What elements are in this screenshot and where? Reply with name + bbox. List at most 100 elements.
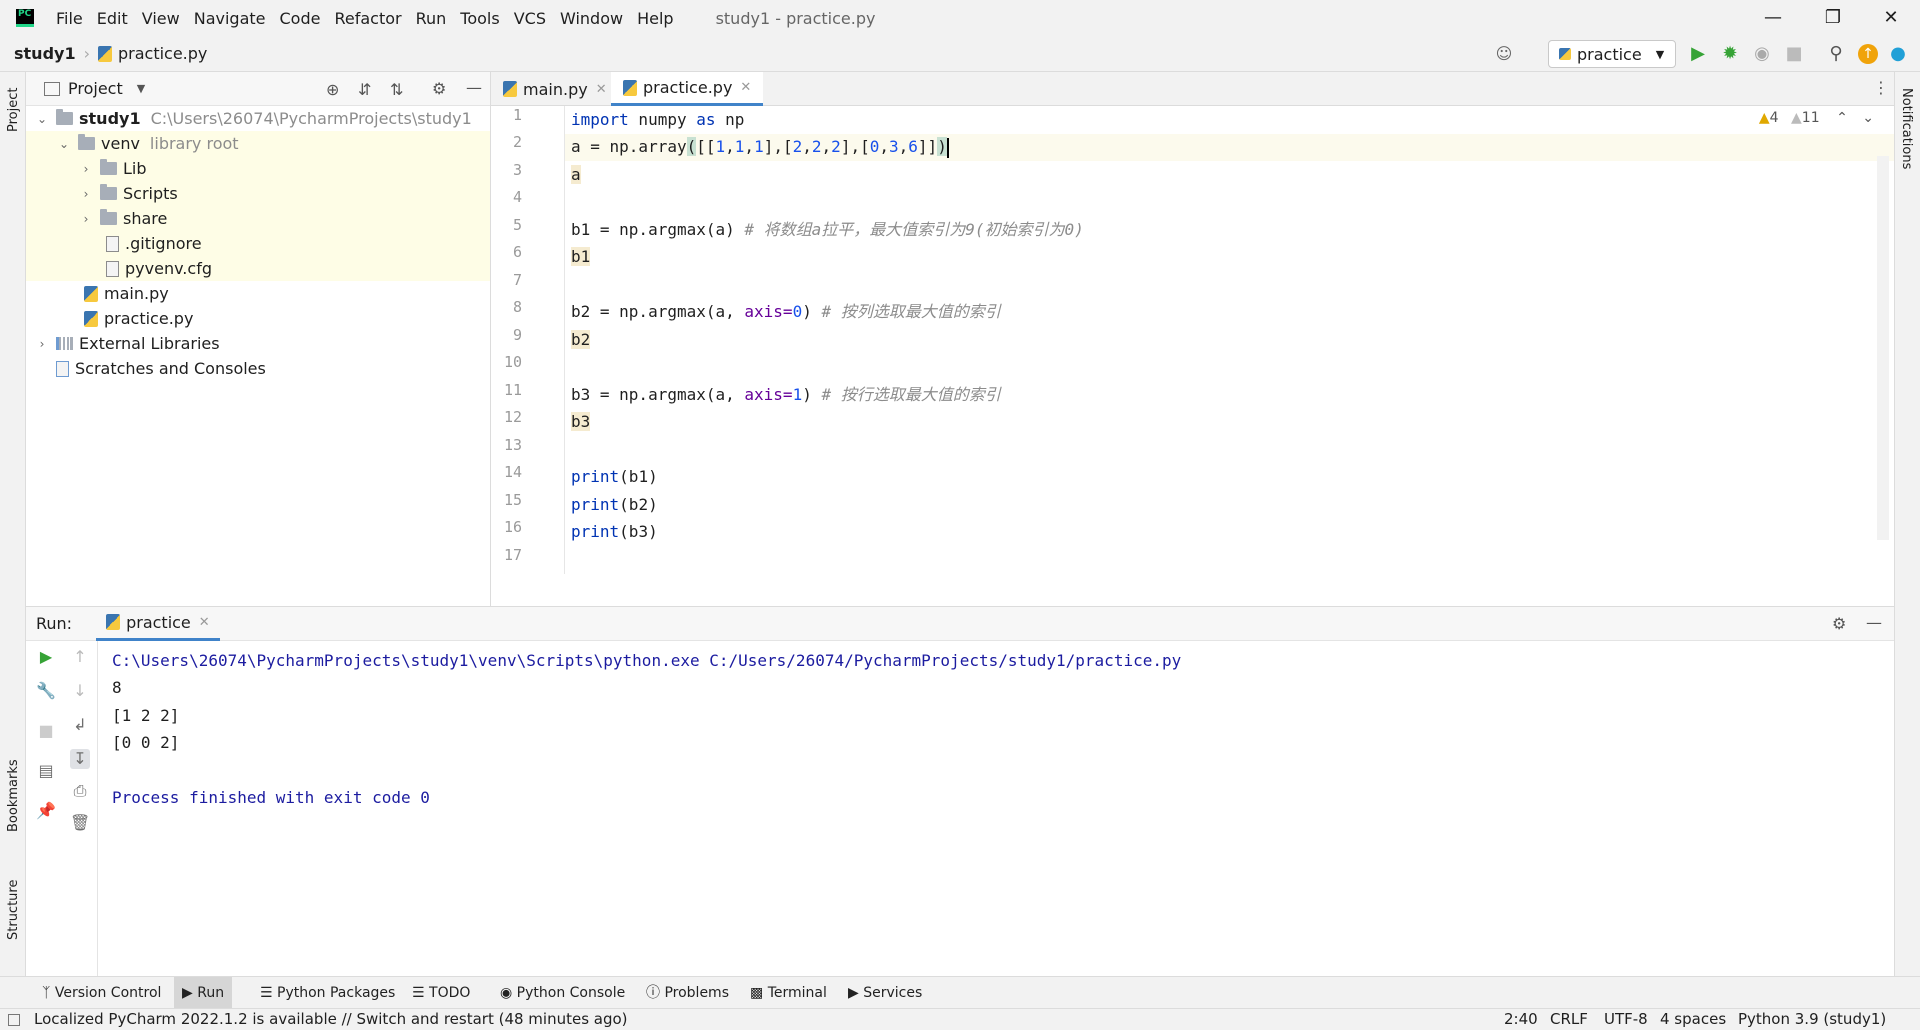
bookmarks-tool-button[interactable]: Bookmarks [6,759,21,832]
run-tab-practice[interactable]: practice ✕ [96,607,220,641]
tree-item-practice-py[interactable]: practice.py [26,306,490,331]
run-configuration-select[interactable]: practice ▼ [1548,40,1676,68]
arrow-down-icon[interactable]: ↓ [70,681,90,701]
run-icon[interactable]: ▶ [1688,44,1708,64]
warning-icon: ▲ [1758,110,1770,126]
menu-refactor[interactable]: Refactor [334,9,401,28]
layout-icon[interactable]: ▤ [36,761,56,781]
project-panel-title[interactable]: Project [68,79,123,98]
tree-item-pyvenv-cfg[interactable]: pyvenv.cfg [26,256,490,281]
caret-position[interactable]: 2:40 [1504,1010,1538,1028]
close-window-button[interactable]: ✕ [1862,0,1920,36]
jetbrains-icon[interactable]: ● [1888,44,1908,64]
update-icon[interactable]: ↑ [1858,44,1878,64]
tree-item-external-libraries[interactable]: › External Libraries [26,331,490,356]
breadcrumb-project[interactable]: study1 [14,44,76,63]
status-message[interactable]: Localized PyCharm 2022.1.2 is available … [34,1010,628,1028]
hide-panel-icon[interactable]: — [1866,613,1882,632]
debug-icon[interactable]: ✹ [1720,44,1740,64]
number: 1 [754,137,764,156]
wrench-icon[interactable]: 🔧 [36,681,56,701]
tree-item-venv[interactable]: ⌄ venv library root [26,131,490,156]
user-account-icon[interactable]: ☺ [1494,44,1514,64]
code-text: ],[ [840,137,870,156]
file-encoding[interactable]: UTF-8 [1604,1010,1648,1028]
stop-icon[interactable]: ■ [1784,44,1804,64]
tab-python-console[interactable]: ◉ Python Console [492,977,633,1009]
expand-all-icon[interactable]: ⇵ [358,80,371,99]
soft-wrap-icon[interactable]: ↲ [70,715,90,735]
inspection-widget[interactable]: ▲4 ▲11 ⌃ ⌄ [1759,110,1874,126]
collapse-all-icon[interactable]: ⇅ [390,80,403,99]
close-tab-icon[interactable]: ✕ [740,80,751,95]
menu-navigate[interactable]: Navigate [194,9,266,28]
python-interpreter[interactable]: Python 3.9 (study1) [1738,1010,1886,1028]
search-icon[interactable]: ⚲ [1826,44,1846,64]
tab-version-control[interactable]: ᛉ Version Control [34,977,169,1009]
project-tool-button[interactable]: Project [6,88,21,132]
tree-item-lib[interactable]: › Lib [26,156,490,181]
trash-icon[interactable]: 🗑 [70,813,90,833]
tab-main-py[interactable]: main.py ✕ [491,72,619,106]
menu-tools[interactable]: Tools [460,9,499,28]
editor-scrollbar[interactable] [1877,156,1889,540]
indent-setting[interactable]: 4 spaces [1660,1010,1726,1028]
more-options-icon[interactable]: ⋮ [1873,78,1889,97]
settings-gear-icon[interactable]: ⚙ [432,79,446,98]
stop-icon[interactable]: ■ [36,721,56,741]
line-separator[interactable]: CRLF [1550,1010,1588,1028]
restore-button[interactable]: ❐ [1804,0,1862,36]
menu-window[interactable]: Window [560,9,623,28]
chevron-down-icon[interactable]: ▼ [137,82,145,95]
structure-tool-button[interactable]: Structure [6,880,21,940]
pin-icon[interactable]: 📌 [36,801,56,821]
text-cursor [946,137,949,158]
close-tab-icon[interactable]: ✕ [596,82,607,97]
chevron-down-icon[interactable]: ⌄ [34,112,50,126]
matched-bracket: ( [686,137,697,156]
tab-services[interactable]: ▶ Services [840,977,930,1009]
tree-label: External Libraries [79,334,220,353]
minimize-button[interactable]: — [1744,0,1802,36]
locate-icon[interactable]: ⊕ [326,80,339,99]
chevron-right-icon[interactable]: › [78,187,94,201]
menu-file[interactable]: File [56,9,83,28]
chevron-down-icon[interactable]: ⌄ [1862,110,1874,126]
rerun-icon[interactable]: ▶ [36,647,56,667]
chevron-right-icon[interactable]: › [34,337,50,351]
tab-todo[interactable]: ☰ TODO [404,977,478,1009]
tab-terminal[interactable]: ▩ Terminal [742,977,835,1009]
hide-panel-icon[interactable]: — [466,78,482,97]
warning-count: 4 [1769,110,1779,126]
chevron-right-icon[interactable]: › [78,212,94,226]
chevron-right-icon[interactable]: › [78,162,94,176]
chevron-down-icon[interactable]: ⌄ [56,137,72,151]
settings-gear-icon[interactable]: ⚙ [1832,614,1846,633]
tree-item-share[interactable]: › share [26,206,490,231]
notifications-tool-button[interactable]: Notifications [1899,88,1914,169]
tab-python-packages[interactable]: ☰ Python Packages [252,977,403,1009]
tab-run[interactable]: ▶ Run [174,977,233,1009]
tree-item-scratches[interactable]: Scratches and Consoles [26,356,490,381]
tab-practice-py[interactable]: practice.py ✕ [611,72,764,106]
coverage-icon[interactable]: ◉ [1752,44,1772,64]
tree-item-study1[interactable]: ⌄ study1 C:\Users\26074\PycharmProjects\… [26,106,490,131]
menu-code[interactable]: Code [280,9,321,28]
code-text: b2 = np.argmax(a, [571,302,745,321]
close-tab-icon[interactable]: ✕ [199,615,210,630]
breadcrumb-file[interactable]: practice.py [118,44,207,63]
menu-edit[interactable]: Edit [97,9,128,28]
menu-help[interactable]: Help [637,9,673,28]
print-icon[interactable]: ⎙ [70,781,90,801]
tab-problems[interactable]: ⓘ Problems [638,977,737,1009]
tree-item-gitignore[interactable]: .gitignore [26,231,490,256]
arrow-up-icon[interactable]: ↑ [70,647,90,667]
chevron-up-icon[interactable]: ⌃ [1836,110,1848,126]
tree-item-scripts[interactable]: › Scripts [26,181,490,206]
menu-view[interactable]: View [142,9,180,28]
menu-run[interactable]: Run [416,9,447,28]
toggle-tool-windows-icon[interactable] [8,1014,20,1026]
scroll-to-end-icon[interactable]: ↧ [70,749,90,769]
tree-item-main-py[interactable]: main.py [26,281,490,306]
menu-vcs[interactable]: VCS [514,9,546,28]
